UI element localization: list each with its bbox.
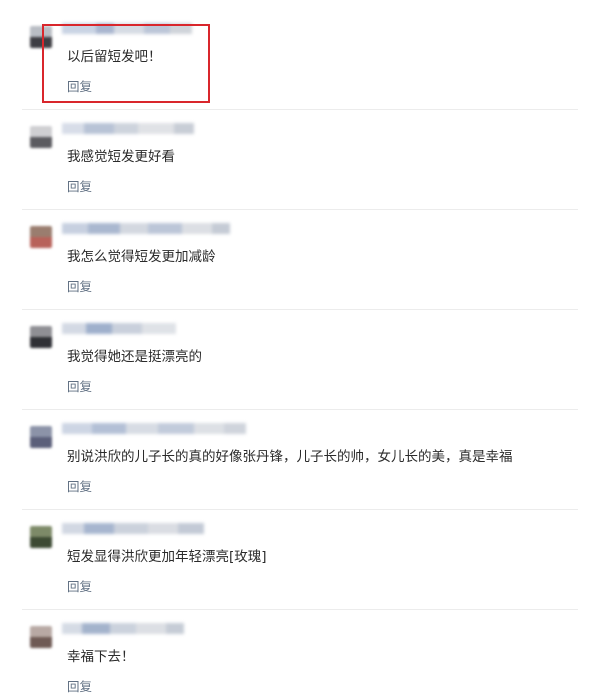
reply-button[interactable]: 回复 xyxy=(67,576,92,595)
username-blurred[interactable] xyxy=(62,223,230,234)
reply-button[interactable]: 回复 xyxy=(67,476,92,495)
reply-button[interactable]: 回复 xyxy=(67,676,92,695)
avatar[interactable] xyxy=(30,326,52,348)
comment-item: 短发显得洪欣更加年轻漂亮[玫瑰] 回复 xyxy=(0,510,600,610)
comment-item: 我怎么觉得短发更加减龄 回复 xyxy=(0,210,600,310)
username-blurred[interactable] xyxy=(62,123,194,134)
avatar[interactable] xyxy=(30,626,52,648)
comment-item: 我感觉短发更好看 回复 xyxy=(0,110,600,210)
username-blurred[interactable] xyxy=(62,323,176,334)
username-blurred[interactable] xyxy=(62,423,246,434)
username-blurred[interactable] xyxy=(62,623,184,634)
comment-list: 以后留短发吧！ 回复 我感觉短发更好看 回复 我怎么觉得短发更加减龄 回复 我觉… xyxy=(0,0,600,694)
comment-text: 我感觉短发更好看 xyxy=(67,149,175,165)
avatar[interactable] xyxy=(30,126,52,148)
reply-button[interactable]: 回复 xyxy=(67,376,92,395)
username-blurred[interactable] xyxy=(62,523,204,534)
avatar[interactable] xyxy=(30,226,52,248)
comment-text: 我觉得她还是挺漂亮的 xyxy=(67,349,202,365)
comment-item: 幸福下去！ 回复 xyxy=(0,610,600,694)
avatar[interactable] xyxy=(30,526,52,548)
comment-text: 我怎么觉得短发更加减龄 xyxy=(67,249,216,265)
comment-text: 别说洪欣的儿子长的真的好像张丹锋，儿子长的帅，女儿长的美，真是幸福 xyxy=(67,449,513,465)
reply-button[interactable]: 回复 xyxy=(67,176,92,195)
comment-item: 我觉得她还是挺漂亮的 回复 xyxy=(0,310,600,410)
reply-button[interactable]: 回复 xyxy=(67,276,92,295)
comment-text: 幸福下去！ xyxy=(67,649,135,665)
highlight-box xyxy=(42,24,210,103)
comment-item: 别说洪欣的儿子长的真的好像张丹锋，儿子长的帅，女儿长的美，真是幸福 回复 xyxy=(0,410,600,510)
avatar[interactable] xyxy=(30,426,52,448)
comment-text: 短发显得洪欣更加年轻漂亮[玫瑰] xyxy=(67,549,267,565)
